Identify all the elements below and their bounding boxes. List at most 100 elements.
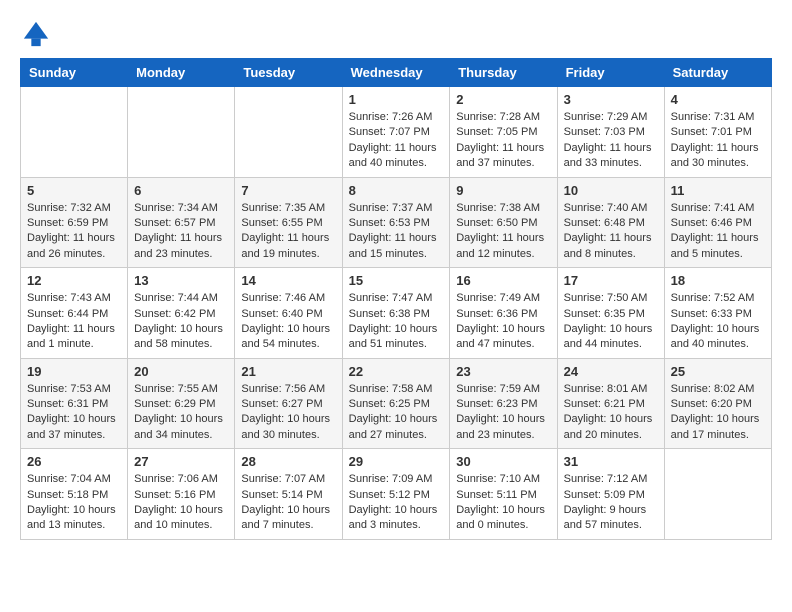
day-number: 11 [671,183,765,198]
calendar-cell: 2 Sunrise: 7:28 AMSunset: 7:05 PMDayligh… [450,87,557,178]
day-info: Sunrise: 7:06 AMSunset: 5:16 PMDaylight:… [134,472,228,534]
calendar-cell: 3 Sunrise: 7:29 AMSunset: 7:03 PMDayligh… [557,87,664,178]
calendar-cell: 27 Sunrise: 7:06 AMSunset: 5:16 PMDaylig… [128,449,235,540]
day-number: 19 [27,364,121,379]
day-number: 30 [456,454,550,469]
day-number: 15 [349,273,444,288]
calendar-cell: 5 Sunrise: 7:32 AMSunset: 6:59 PMDayligh… [21,177,128,268]
day-number: 25 [671,364,765,379]
calendar-cell [235,87,342,178]
calendar-cell: 8 Sunrise: 7:37 AMSunset: 6:53 PMDayligh… [342,177,450,268]
day-number: 7 [241,183,335,198]
calendar-cell: 12 Sunrise: 7:43 AMSunset: 6:44 PMDaylig… [21,268,128,359]
calendar-cell: 4 Sunrise: 7:31 AMSunset: 7:01 PMDayligh… [664,87,771,178]
logo-icon [22,20,50,48]
calendar-cell: 21 Sunrise: 7:56 AMSunset: 6:27 PMDaylig… [235,358,342,449]
day-info: Sunrise: 8:02 AMSunset: 6:20 PMDaylight:… [671,382,765,444]
calendar-cell: 31 Sunrise: 7:12 AMSunset: 5:09 PMDaylig… [557,449,664,540]
calendar-cell: 30 Sunrise: 7:10 AMSunset: 5:11 PMDaylig… [450,449,557,540]
calendar-cell: 7 Sunrise: 7:35 AMSunset: 6:55 PMDayligh… [235,177,342,268]
day-number: 22 [349,364,444,379]
calendar-cell: 9 Sunrise: 7:38 AMSunset: 6:50 PMDayligh… [450,177,557,268]
calendar-cell: 24 Sunrise: 8:01 AMSunset: 6:21 PMDaylig… [557,358,664,449]
calendar-cell: 1 Sunrise: 7:26 AMSunset: 7:07 PMDayligh… [342,87,450,178]
day-info: Sunrise: 7:10 AMSunset: 5:11 PMDaylight:… [456,472,550,534]
calendar-cell: 14 Sunrise: 7:46 AMSunset: 6:40 PMDaylig… [235,268,342,359]
weekday-header-friday: Friday [557,59,664,87]
calendar-week-row: 12 Sunrise: 7:43 AMSunset: 6:44 PMDaylig… [21,268,772,359]
day-number: 6 [134,183,228,198]
logo [20,20,50,48]
calendar-week-row: 19 Sunrise: 7:53 AMSunset: 6:31 PMDaylig… [21,358,772,449]
day-info: Sunrise: 7:37 AMSunset: 6:53 PMDaylight:… [349,201,444,263]
day-info: Sunrise: 7:59 AMSunset: 6:23 PMDaylight:… [456,382,550,444]
day-info: Sunrise: 7:41 AMSunset: 6:46 PMDaylight:… [671,201,765,263]
calendar-table: SundayMondayTuesdayWednesdayThursdayFrid… [20,58,772,540]
calendar-cell: 15 Sunrise: 7:47 AMSunset: 6:38 PMDaylig… [342,268,450,359]
day-info: Sunrise: 7:12 AMSunset: 5:09 PMDaylight:… [564,472,658,534]
calendar-cell: 23 Sunrise: 7:59 AMSunset: 6:23 PMDaylig… [450,358,557,449]
day-info: Sunrise: 7:40 AMSunset: 6:48 PMDaylight:… [564,201,658,263]
calendar-week-row: 5 Sunrise: 7:32 AMSunset: 6:59 PMDayligh… [21,177,772,268]
calendar-cell [21,87,128,178]
day-number: 29 [349,454,444,469]
day-number: 20 [134,364,228,379]
day-info: Sunrise: 7:29 AMSunset: 7:03 PMDaylight:… [564,110,658,172]
weekday-header-wednesday: Wednesday [342,59,450,87]
day-info: Sunrise: 7:50 AMSunset: 6:35 PMDaylight:… [564,291,658,353]
day-info: Sunrise: 7:55 AMSunset: 6:29 PMDaylight:… [134,382,228,444]
day-number: 3 [564,92,658,107]
calendar-cell: 11 Sunrise: 7:41 AMSunset: 6:46 PMDaylig… [664,177,771,268]
calendar-week-row: 26 Sunrise: 7:04 AMSunset: 5:18 PMDaylig… [21,449,772,540]
day-number: 9 [456,183,550,198]
day-number: 26 [27,454,121,469]
day-info: Sunrise: 7:52 AMSunset: 6:33 PMDaylight:… [671,291,765,353]
calendar-cell: 18 Sunrise: 7:52 AMSunset: 6:33 PMDaylig… [664,268,771,359]
weekday-header-saturday: Saturday [664,59,771,87]
day-info: Sunrise: 7:49 AMSunset: 6:36 PMDaylight:… [456,291,550,353]
day-number: 27 [134,454,228,469]
day-info: Sunrise: 7:09 AMSunset: 5:12 PMDaylight:… [349,472,444,534]
day-number: 31 [564,454,658,469]
day-info: Sunrise: 7:26 AMSunset: 7:07 PMDaylight:… [349,110,444,172]
day-number: 12 [27,273,121,288]
day-info: Sunrise: 7:53 AMSunset: 6:31 PMDaylight:… [27,382,121,444]
day-info: Sunrise: 7:07 AMSunset: 5:14 PMDaylight:… [241,472,335,534]
day-number: 16 [456,273,550,288]
calendar-cell: 20 Sunrise: 7:55 AMSunset: 6:29 PMDaylig… [128,358,235,449]
day-info: Sunrise: 7:43 AMSunset: 6:44 PMDaylight:… [27,291,121,353]
day-info: Sunrise: 7:58 AMSunset: 6:25 PMDaylight:… [349,382,444,444]
day-info: Sunrise: 7:31 AMSunset: 7:01 PMDaylight:… [671,110,765,172]
day-number: 5 [27,183,121,198]
day-number: 2 [456,92,550,107]
day-number: 28 [241,454,335,469]
day-info: Sunrise: 7:56 AMSunset: 6:27 PMDaylight:… [241,382,335,444]
day-number: 10 [564,183,658,198]
day-info: Sunrise: 7:38 AMSunset: 6:50 PMDaylight:… [456,201,550,263]
calendar-cell: 17 Sunrise: 7:50 AMSunset: 6:35 PMDaylig… [557,268,664,359]
day-info: Sunrise: 7:44 AMSunset: 6:42 PMDaylight:… [134,291,228,353]
calendar-cell: 6 Sunrise: 7:34 AMSunset: 6:57 PMDayligh… [128,177,235,268]
day-number: 13 [134,273,228,288]
calendar-cell: 26 Sunrise: 7:04 AMSunset: 5:18 PMDaylig… [21,449,128,540]
day-info: Sunrise: 7:34 AMSunset: 6:57 PMDaylight:… [134,201,228,263]
day-number: 21 [241,364,335,379]
day-info: Sunrise: 7:04 AMSunset: 5:18 PMDaylight:… [27,472,121,534]
day-number: 17 [564,273,658,288]
calendar-cell [664,449,771,540]
calendar-cell: 13 Sunrise: 7:44 AMSunset: 6:42 PMDaylig… [128,268,235,359]
day-info: Sunrise: 7:35 AMSunset: 6:55 PMDaylight:… [241,201,335,263]
weekday-header-tuesday: Tuesday [235,59,342,87]
day-info: Sunrise: 7:28 AMSunset: 7:05 PMDaylight:… [456,110,550,172]
weekday-header-monday: Monday [128,59,235,87]
day-number: 18 [671,273,765,288]
calendar-cell: 16 Sunrise: 7:49 AMSunset: 6:36 PMDaylig… [450,268,557,359]
page-header [20,20,772,48]
calendar-cell: 19 Sunrise: 7:53 AMSunset: 6:31 PMDaylig… [21,358,128,449]
calendar-cell: 22 Sunrise: 7:58 AMSunset: 6:25 PMDaylig… [342,358,450,449]
weekday-header-sunday: Sunday [21,59,128,87]
day-info: Sunrise: 7:46 AMSunset: 6:40 PMDaylight:… [241,291,335,353]
day-number: 8 [349,183,444,198]
calendar-header-row: SundayMondayTuesdayWednesdayThursdayFrid… [21,59,772,87]
weekday-header-thursday: Thursday [450,59,557,87]
